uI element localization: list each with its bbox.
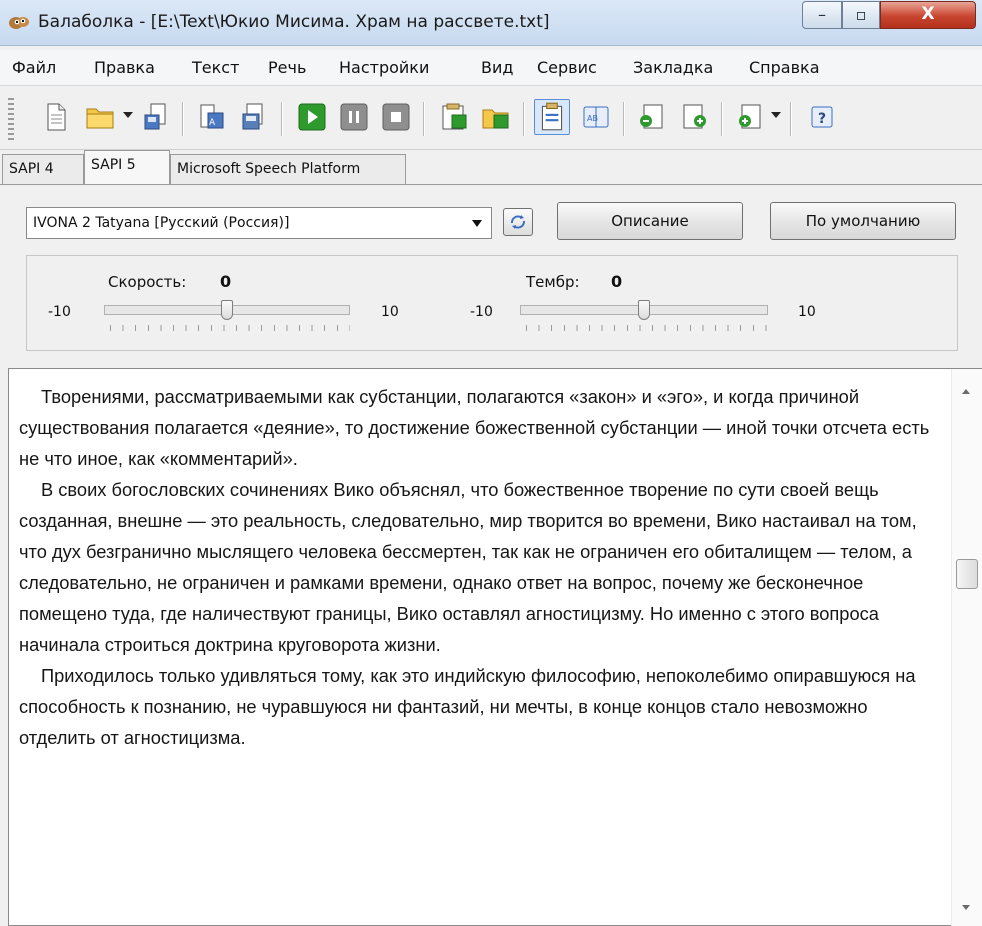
menu-edit[interactable]: Правка xyxy=(94,58,155,77)
svg-text:A: A xyxy=(209,118,216,128)
pitch-value: 0 xyxy=(611,272,623,291)
minimize-button[interactable]: – xyxy=(802,1,842,29)
toolbar-separator xyxy=(281,102,282,136)
close-icon: X xyxy=(921,4,935,24)
title-bar[interactable]: Балаболка - [E:\Text\Юкио Мисима. Храм н… xyxy=(0,0,982,46)
rate-min-label: -10 xyxy=(48,304,71,320)
toolbar-separator xyxy=(623,102,624,136)
menu-bookmark[interactable]: Закладка xyxy=(633,58,713,77)
toolbar: A AB ? xyxy=(0,88,982,150)
stop-icon[interactable] xyxy=(380,101,412,133)
tab-sapi-5[interactable]: SAPI 5 xyxy=(84,150,170,184)
menu-file[interactable]: Файл xyxy=(12,58,56,77)
paragraph: Приходилось только удивляться тому, как … xyxy=(19,665,916,748)
toolbar-grip[interactable] xyxy=(8,98,14,140)
toolbar-separator xyxy=(423,102,424,136)
play-icon[interactable] xyxy=(296,101,328,133)
chevron-down-icon[interactable] xyxy=(771,112,781,118)
menu-view[interactable]: Вид xyxy=(481,58,513,77)
read-clipboard-icon[interactable] xyxy=(480,101,512,133)
menu-bar: Файл Правка Текст Речь Настройки Вид Сер… xyxy=(0,50,982,86)
voice-select-value: IVONA 2 Tatyana [Русский (Россия)] xyxy=(33,215,290,231)
maximize-icon: ▫ xyxy=(855,5,867,24)
refresh-icon xyxy=(511,215,525,229)
window-title: Балаболка - [E:\Text\Юкио Мисима. Храм н… xyxy=(38,12,550,32)
close-button[interactable]: X xyxy=(880,1,976,29)
menu-help[interactable]: Справка xyxy=(749,58,820,77)
vertical-scrollbar[interactable] xyxy=(951,369,982,926)
pitch-max-label: 10 xyxy=(798,304,816,320)
paragraph: Творениями, рассматриваемыми как субстан… xyxy=(19,386,930,469)
svg-text:?: ? xyxy=(818,111,826,127)
rate-label: Скорость: xyxy=(108,273,187,291)
pitch-label: Тембр: xyxy=(526,273,580,291)
convert-audio-icon[interactable]: A xyxy=(196,101,228,133)
voice-parameters-group xyxy=(26,255,958,351)
menu-text[interactable]: Текст xyxy=(192,58,239,77)
maximize-button[interactable]: ▫ xyxy=(842,1,880,29)
tab-microsoft-speech-platform[interactable]: Microsoft Speech Platform xyxy=(170,154,406,184)
save-audio-icon[interactable] xyxy=(140,101,172,133)
toolbar-separator xyxy=(523,102,524,136)
rate-slider-ticks xyxy=(110,325,350,331)
paragraph: В своих богословских сочинениях Вико объ… xyxy=(19,479,917,655)
open-folder-icon[interactable] xyxy=(84,101,116,133)
dictionary-icon[interactable]: AB xyxy=(580,101,612,133)
pitch-min-label: -10 xyxy=(470,304,493,320)
svg-text:AB: AB xyxy=(587,114,598,123)
rate-value: 0 xyxy=(220,272,232,291)
default-voice-button[interactable]: По умолчанию xyxy=(770,202,956,240)
speak-clipboard-icon[interactable] xyxy=(438,101,470,133)
next-bookmark-icon[interactable] xyxy=(678,101,710,133)
text-editor-icon xyxy=(541,102,563,131)
minimize-icon: – xyxy=(818,5,826,24)
bookmarks-icon[interactable] xyxy=(734,101,766,133)
help-icon[interactable]: ? xyxy=(806,101,838,133)
scroll-down-icon[interactable] xyxy=(962,905,970,910)
text-editor[interactable]: Творениями, рассматриваемыми как субстан… xyxy=(8,368,982,926)
scrollbar-thumb[interactable] xyxy=(956,559,978,589)
chevron-down-icon xyxy=(472,220,482,227)
pitch-slider-thumb[interactable] xyxy=(638,300,650,320)
refresh-voices-button[interactable] xyxy=(503,208,533,236)
pause-icon[interactable] xyxy=(338,101,370,133)
rate-max-label: 10 xyxy=(381,304,399,320)
pitch-slider-ticks xyxy=(526,325,768,331)
new-document-icon[interactable] xyxy=(40,101,72,133)
tab-sapi-4[interactable]: SAPI 4 xyxy=(2,154,84,184)
voice-select[interactable]: IVONA 2 Tatyana [Русский (Россия)] xyxy=(26,207,492,239)
chevron-down-icon[interactable] xyxy=(123,112,133,118)
toolbar-separator xyxy=(790,102,791,136)
menu-speech[interactable]: Речь xyxy=(268,58,306,77)
document-text[interactable]: Творениями, рассматриваемыми как субстан… xyxy=(19,381,939,753)
toolbar-separator xyxy=(182,102,183,136)
scroll-up-icon[interactable] xyxy=(962,389,970,394)
rate-slider-thumb[interactable] xyxy=(221,300,233,320)
balabolka-app-icon xyxy=(9,17,29,29)
menu-service[interactable]: Сервис xyxy=(537,58,597,77)
text-editor-button[interactable] xyxy=(534,99,570,135)
prev-bookmark-icon[interactable] xyxy=(636,101,668,133)
save-file-icon[interactable] xyxy=(238,101,270,133)
toolbar-separator xyxy=(721,102,722,136)
menu-settings[interactable]: Настройки xyxy=(339,58,429,77)
describe-voice-button[interactable]: Описание xyxy=(557,202,743,240)
